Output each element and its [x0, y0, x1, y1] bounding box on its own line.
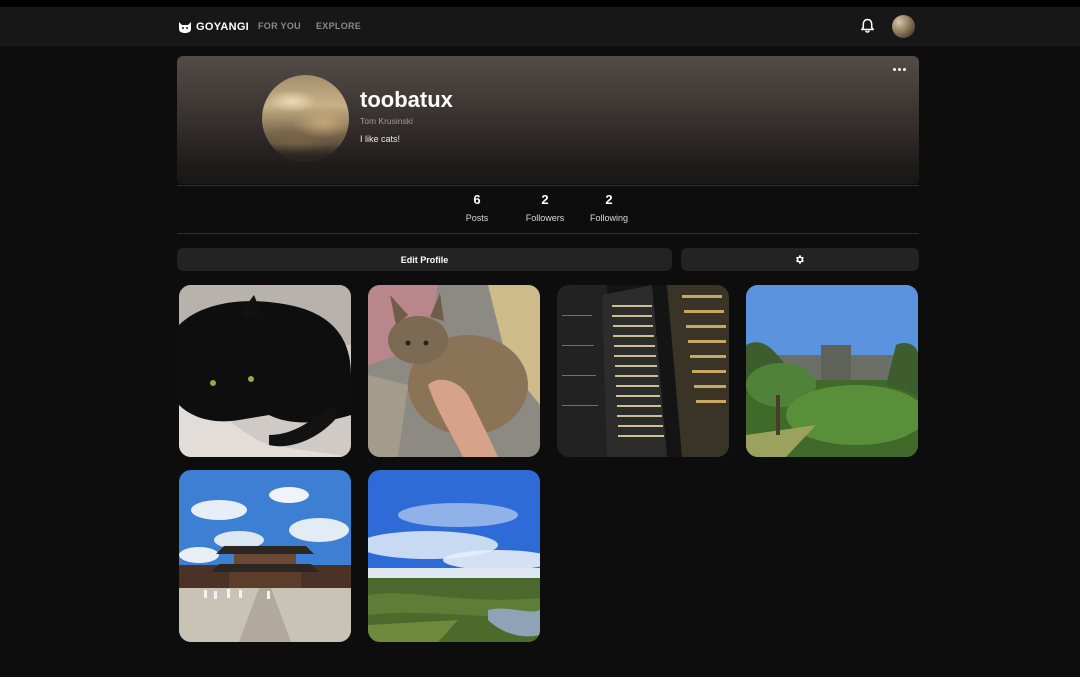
post-tabby-cat[interactable] — [368, 285, 540, 457]
window-top-strip — [0, 0, 1080, 7]
edit-profile-button[interactable]: Edit Profile — [177, 248, 672, 271]
cat-icon — [179, 21, 191, 33]
profile-real-name: Tom Krusinski — [360, 116, 413, 126]
top-navbar: GOYANGI FOR YOU EXPLORE — [0, 7, 1080, 46]
profile-username: toobatux — [360, 87, 453, 112]
settings-button[interactable] — [681, 248, 919, 271]
gear-icon — [796, 255, 804, 264]
stat-following-label: Following — [589, 213, 629, 223]
post-black-cat[interactable] — [179, 285, 351, 457]
stat-following-value: 2 — [605, 192, 613, 207]
post-city-night[interactable] — [557, 285, 729, 457]
stat-posts-label: Posts — [465, 213, 489, 223]
profile-banner: toobatux Tom Krusinski I like cats! — [177, 56, 919, 184]
stats-divider-top — [177, 185, 919, 186]
stat-posts-value: 6 — [473, 192, 481, 207]
profile-avatar — [262, 75, 349, 162]
post-garden-campus[interactable] — [746, 285, 918, 457]
bell-icon[interactable] — [860, 18, 875, 34]
nav-for-you[interactable]: FOR YOU — [258, 21, 301, 31]
brand-logo[interactable]: GOYANGI — [178, 19, 249, 35]
user-avatar-menu[interactable] — [892, 15, 915, 38]
post-sky-marsh[interactable] — [368, 470, 540, 642]
profile-bio: I like cats! — [360, 134, 401, 144]
post-palace[interactable] — [179, 470, 351, 642]
stat-followers-value: 2 — [541, 192, 549, 207]
stat-posts[interactable]: 6 Posts — [442, 192, 512, 223]
stats-divider-bottom — [177, 233, 919, 234]
stat-following[interactable]: 2 Following — [574, 192, 644, 223]
stat-followers[interactable]: 2 Followers — [510, 192, 580, 223]
brand-name: GOYANGI — [196, 21, 250, 33]
nav-explore[interactable]: EXPLORE — [316, 21, 361, 31]
ellipsis-icon[interactable] — [893, 65, 907, 73]
stat-followers-label: Followers — [525, 213, 565, 223]
